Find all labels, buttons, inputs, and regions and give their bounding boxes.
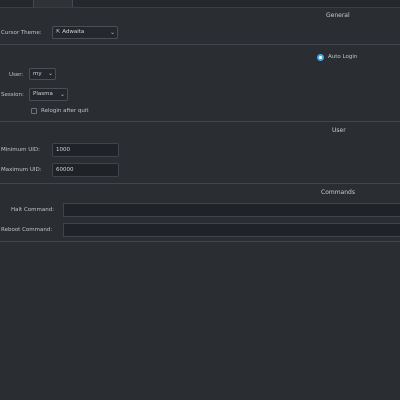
divider-user-top <box>0 121 400 122</box>
session-combo[interactable]: Plasma ⌄ <box>29 88 68 101</box>
user-value: my <box>33 71 42 77</box>
chevron-down-icon: ⌄ <box>109 29 115 36</box>
divider-general-top <box>0 44 400 45</box>
minimum-uid-label: Minimum UID: <box>1 147 40 153</box>
maximum-uid-label: Maximum UID: <box>1 167 42 173</box>
relogin-checkbox[interactable] <box>31 108 37 114</box>
relogin-label: Relogin after quit <box>41 108 89 114</box>
tab-active[interactable] <box>33 0 73 7</box>
reboot-command-field[interactable] <box>63 223 400 237</box>
minimum-uid-field[interactable]: 1000 <box>52 143 119 157</box>
divider-commands-top <box>0 183 400 184</box>
auto-login-label: Auto Login <box>328 54 358 60</box>
cursor-theme-value: Adwaita <box>62 29 85 35</box>
session-value: Plasma <box>33 91 53 97</box>
cursor-theme-combo[interactable]: ⇱ Adwaita ⌄ <box>52 26 118 39</box>
section-title-user: User <box>332 127 346 134</box>
maximum-uid-field[interactable]: 60000 <box>52 163 119 177</box>
session-label: Session: <box>1 92 24 98</box>
halt-command-label: Halt Command: <box>11 207 55 213</box>
user-combo[interactable]: my ⌄ <box>29 68 56 80</box>
section-title-general: General <box>326 12 350 19</box>
divider-commands-bottom <box>0 241 400 242</box>
halt-command-field[interactable] <box>63 203 400 217</box>
user-label: User: <box>9 72 24 78</box>
auto-login-radio[interactable] <box>317 54 324 61</box>
cursor-theme-label: Cursor Theme: <box>1 30 42 36</box>
chevron-down-icon: ⌄ <box>59 91 65 98</box>
cursor-pointer-icon: ⇱ <box>56 29 61 35</box>
radio-dot-icon <box>319 56 322 59</box>
reboot-command-label: Reboot Command: <box>1 227 53 233</box>
section-title-commands: Commands <box>321 189 355 196</box>
chevron-down-icon: ⌄ <box>47 70 53 77</box>
